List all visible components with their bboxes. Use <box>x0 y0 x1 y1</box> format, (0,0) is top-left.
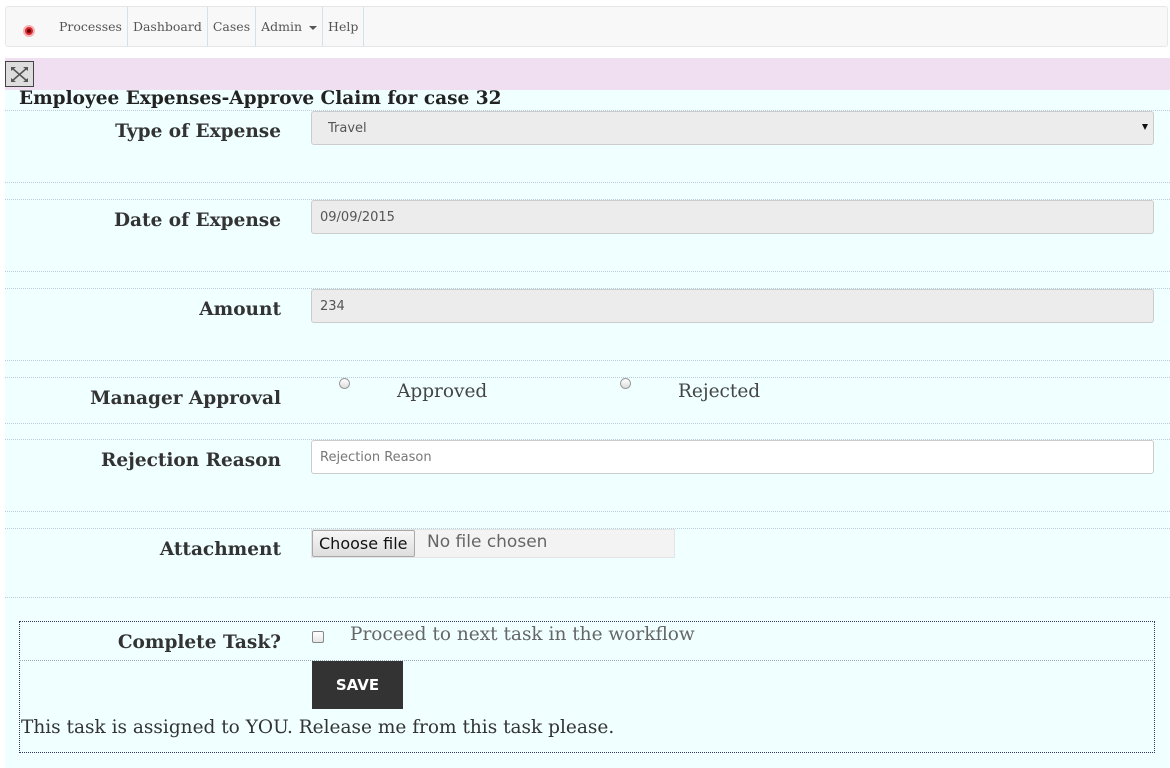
caret-down-icon <box>309 25 318 30</box>
proceed-checkbox[interactable] <box>312 631 324 643</box>
approved-radio-label: Approved <box>397 381 488 402</box>
fullscreen-button[interactable] <box>5 61 34 87</box>
proceed-checkbox-label[interactable]: Proceed to next task in the workflow <box>350 624 695 645</box>
nav-item-label: Admin <box>261 18 303 34</box>
file-status-text: No file chosen <box>427 532 548 552</box>
nav-item-cases[interactable]: Cases <box>208 7 257 46</box>
rejected-radio-label: Rejected <box>678 381 761 402</box>
amount-label: Amount <box>199 299 281 320</box>
form-title: Employee Expenses-Approve Claim for case… <box>19 88 502 109</box>
nav-item-help[interactable]: Help <box>323 7 365 46</box>
nav-item-label: Processes <box>59 18 122 34</box>
dropdown-arrow-icon <box>1142 124 1148 130</box>
type-of-expense-label: Type of Expense <box>115 121 281 142</box>
nav-item-label: Dashboard <box>132 18 202 34</box>
toolbar-band <box>5 58 1170 90</box>
save-button[interactable]: SAVE <box>312 661 403 709</box>
nav-menu: Processes Dashboard Cases Admin Help <box>53 7 365 46</box>
input-placeholder: Rejection Reason <box>320 449 432 465</box>
divider <box>19 660 1155 661</box>
manager-approval-label: Manager Approval <box>90 388 281 409</box>
date-of-expense-label: Date of Expense <box>114 210 281 231</box>
field-value: 234 <box>320 298 345 314</box>
choose-file-button[interactable]: Choose file <box>312 530 415 557</box>
app-logo-icon[interactable] <box>23 25 35 37</box>
rejected-radio[interactable] <box>620 378 631 389</box>
assignment-text[interactable]: This task is assigned to YOU. Release me… <box>21 717 614 738</box>
approved-radio[interactable] <box>339 378 350 389</box>
nav-item-label: Help <box>328 18 359 34</box>
type-of-expense-select[interactable]: Travel <box>311 111 1154 145</box>
nav-item-admin[interactable]: Admin <box>256 7 324 46</box>
nav-item-processes[interactable]: Processes <box>53 7 128 46</box>
nav-item-dashboard[interactable]: Dashboard <box>128 7 208 46</box>
expand-icon <box>11 66 28 82</box>
select-value: Travel <box>328 120 367 136</box>
amount-field[interactable]: 234 <box>311 289 1154 323</box>
date-of-expense-field[interactable]: 09/09/2015 <box>311 200 1154 234</box>
field-value: 09/09/2015 <box>320 209 395 225</box>
complete-task-label: Complete Task? <box>117 632 281 653</box>
rejection-reason-label: Rejection Reason <box>100 450 281 471</box>
attachment-file-input[interactable]: Choose file No file chosen <box>311 529 675 558</box>
top-navbar: Processes Dashboard Cases Admin Help <box>5 6 1168 47</box>
rejection-reason-input[interactable]: Rejection Reason <box>311 440 1154 474</box>
nav-item-label: Cases <box>212 18 251 34</box>
attachment-label: Attachment <box>159 539 281 560</box>
